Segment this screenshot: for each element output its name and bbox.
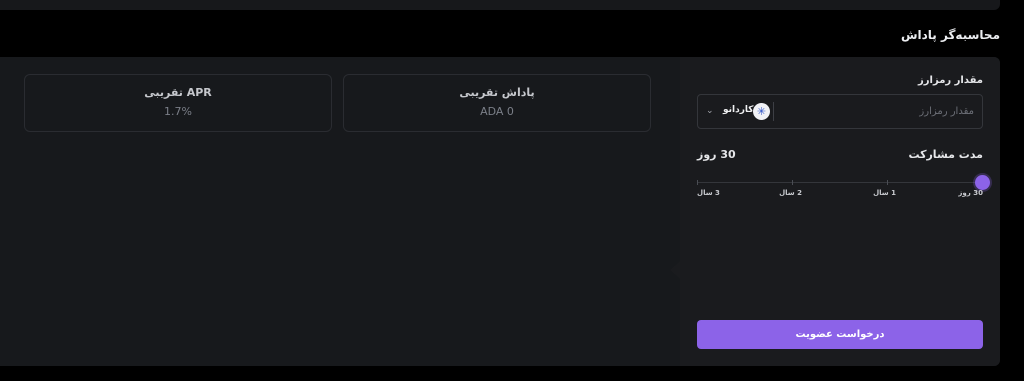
slider-tick (697, 180, 698, 185)
reward-label: پاداش تقریبی (459, 86, 535, 99)
tick-label-1y: 1 سال (873, 189, 896, 197)
amount-label: مقدار رمزارز (918, 75, 983, 86)
join-request-button[interactable]: درخواست عضویت (697, 320, 983, 349)
cardano-icon: ✳ (753, 103, 770, 120)
duration-slider[interactable] (697, 175, 990, 191)
tick-label-3y: 3 سال (697, 189, 720, 197)
apr-card: APR تقریبی 1.7% (24, 74, 332, 132)
previous-section-card (0, 0, 1000, 10)
duration-value: 30 روز (697, 148, 736, 161)
section-title: محاسبه‌گر پاداش (900, 28, 1000, 42)
panel-pointer (670, 261, 680, 279)
slider-tick (792, 180, 793, 185)
apr-label: APR تقریبی (144, 86, 212, 99)
duration-label: مدت مشارکت (908, 148, 983, 161)
field-divider (773, 102, 774, 121)
coin-selector[interactable]: ⌄ کاردانو ✳ (704, 95, 770, 128)
calculator-form: مقدار رمزارز ⌄ کاردانو ✳ مدت مشارکت 30 ر… (680, 57, 1000, 366)
tick-label-2y: 2 سال (779, 189, 802, 197)
slider-track (697, 182, 983, 183)
reward-card: پاداش تقریبی ADA 0 (343, 74, 651, 132)
reward-calculator-panel: APR تقریبی 1.7% پاداش تقریبی ADA 0 مقدار… (0, 57, 1000, 366)
amount-field: ⌄ کاردانو ✳ (697, 94, 983, 129)
coin-name: کاردانو (723, 105, 754, 115)
tick-label-30d: 30 روز (958, 189, 983, 197)
chevron-down-icon: ⌄ (706, 106, 714, 116)
slider-thumb[interactable] (975, 175, 990, 190)
apr-value: 1.7% (164, 105, 192, 118)
amount-input[interactable] (784, 95, 974, 128)
slider-tick (887, 180, 888, 185)
reward-value: ADA 0 (480, 105, 514, 118)
